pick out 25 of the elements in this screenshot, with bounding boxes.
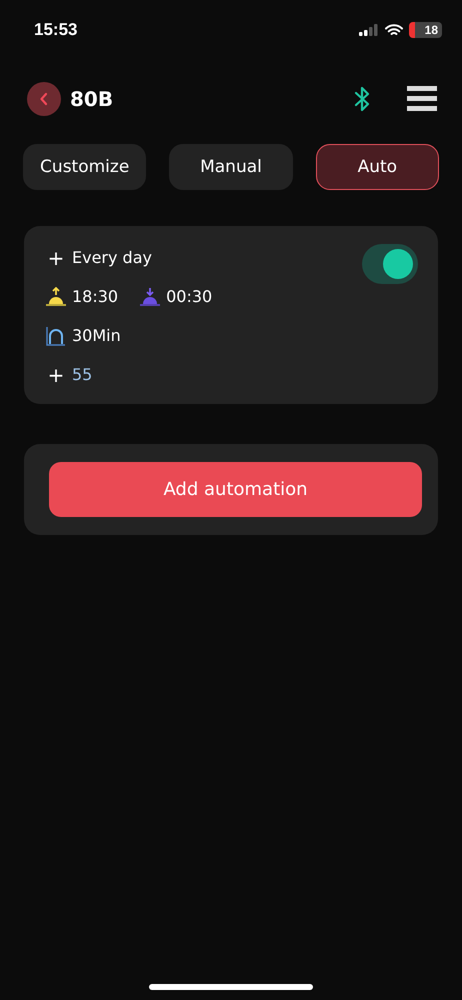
level-value: 55 xyxy=(72,365,92,384)
status-time: 15:53 xyxy=(34,20,78,40)
duration-label: 30Min xyxy=(72,326,121,345)
end-time: 00:30 xyxy=(166,287,212,306)
mode-tab[interactable]: Auto xyxy=(316,144,439,190)
mode-tab[interactable]: Manual xyxy=(169,144,293,190)
automation-card[interactable]: + Every day 18:30 00:30 30Min + 55 xyxy=(24,226,438,404)
plus-sign: + xyxy=(46,362,66,386)
start-time: 18:30 xyxy=(72,287,118,306)
repeat-label: Every day xyxy=(72,248,152,267)
signal-icon xyxy=(358,24,379,36)
sunset-icon xyxy=(140,286,160,306)
chevron-left-icon xyxy=(39,92,49,106)
device-title: 80B xyxy=(70,87,114,111)
wifi-icon xyxy=(384,24,403,36)
mode-tab[interactable]: Customize xyxy=(23,144,146,190)
arch-icon xyxy=(46,326,66,346)
add-automation-button[interactable]: Add automation xyxy=(49,462,422,517)
battery-indicator: 18 xyxy=(408,22,442,38)
toggle-switch[interactable] xyxy=(362,244,418,284)
bluetooth-icon[interactable] xyxy=(354,86,370,112)
back-button[interactable] xyxy=(27,82,61,116)
menu-icon[interactable] xyxy=(407,86,437,112)
plus-sign: + xyxy=(46,246,66,270)
sunrise-icon xyxy=(46,286,66,306)
